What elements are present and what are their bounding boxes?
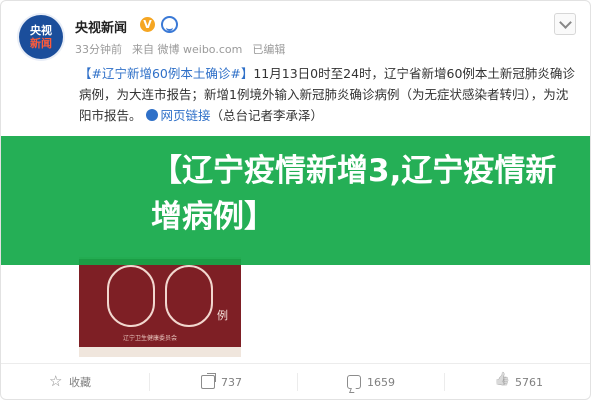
footer-divider <box>1 363 590 364</box>
share-icon <box>201 375 215 389</box>
edited-label[interactable]: 已编辑 <box>252 41 285 57</box>
favorite-button[interactable]: 收藏 <box>49 367 91 397</box>
username[interactable]: 央视新闻 <box>75 17 127 36</box>
weibo-post-card: 央视 新闻 央视新闻 V 33分钟前 来自 微博 weibo.com 已编辑 【… <box>0 0 591 400</box>
share-count: 737 <box>221 375 242 389</box>
banner-title: 【辽宁疫情新增3,辽宁疫情新增病例】 <box>151 153 557 235</box>
comment-count: 1659 <box>367 375 395 389</box>
comment-icon <box>347 375 361 389</box>
comment-button[interactable]: 1659 <box>347 367 395 397</box>
verified-badge-icon: V <box>140 17 155 32</box>
image-graphic-zero-left <box>107 265 155 327</box>
headline-banner: 【辽宁疫情新增3,辽宁疫情新增病例】 <box>1 136 590 265</box>
post-meta: 33分钟前 来自 微博 weibo.com 已编辑 <box>75 41 285 57</box>
like-count: 5761 <box>515 375 543 389</box>
reporter-credit: （总台记者李承泽） <box>210 108 324 123</box>
post-image[interactable]: 例 辽宁卫生健康委员会 <box>79 257 241 357</box>
star-icon <box>49 372 63 390</box>
share-button[interactable]: 737 <box>201 367 242 397</box>
thumbs-up-icon <box>495 375 509 389</box>
image-graphic-zero-right <box>165 265 213 327</box>
image-caption: 辽宁卫生健康委员会 <box>123 335 178 342</box>
link-icon <box>145 109 158 121</box>
action-separator <box>444 373 445 391</box>
avatar[interactable]: 央视 新闻 <box>19 15 63 59</box>
more-options-chevron-icon[interactable] <box>554 13 576 35</box>
post-time[interactable]: 33分钟前 <box>75 41 122 57</box>
post-text: 【#辽宁新增60例本土确诊#】11月13日0时至24时，辽宁省新增60例本土新冠… <box>79 63 577 126</box>
post-source[interactable]: 来自 微博 weibo.com <box>132 41 242 57</box>
action-separator <box>149 373 150 391</box>
hashtag-link[interactable]: 【#辽宁新增60例本土确诊#】 <box>79 66 253 81</box>
web-link-label: 网页链接 <box>160 108 211 123</box>
web-link[interactable]: 网页链接 <box>145 108 211 123</box>
favorite-label: 收藏 <box>69 376 91 389</box>
avatar-text-line2: 新闻 <box>30 37 52 50</box>
like-button[interactable]: 5761 <box>495 367 543 397</box>
image-char: 例 <box>217 309 228 322</box>
avatar-text-line1: 央视 <box>30 24 52 37</box>
smiley-badge-icon <box>161 16 178 33</box>
action-separator <box>297 373 298 391</box>
